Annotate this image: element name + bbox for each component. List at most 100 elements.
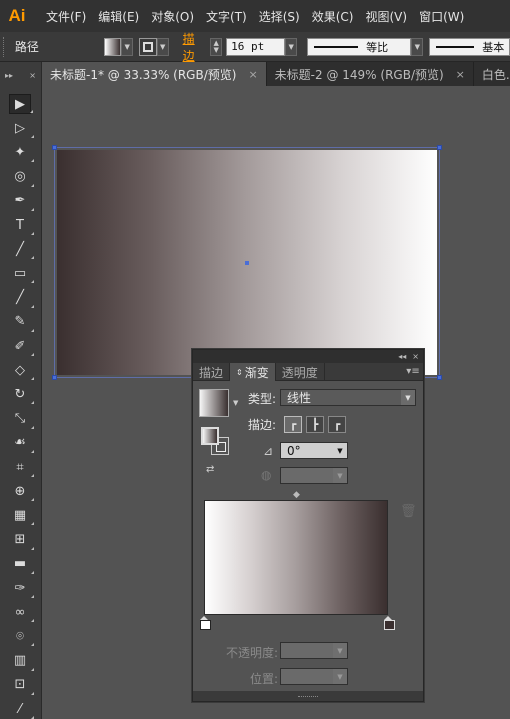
scale-tool-icon[interactable]: ⤡ (9, 409, 34, 429)
tool-glyph: ⁄ (18, 701, 22, 717)
stroke-weight-field[interactable]: 16 pt (226, 37, 286, 56)
menu-item[interactable]: 选择(S) (253, 8, 306, 25)
panel-resize-grip[interactable] (193, 691, 423, 701)
selected-rectangle[interactable] (52, 145, 442, 380)
panel-tab[interactable]: 描边 (193, 363, 231, 381)
pen-tool-icon[interactable]: ✒ (9, 191, 34, 211)
column-graph-tool-icon[interactable]: ▥ (9, 651, 34, 671)
panel-tab-label: 渐变 (244, 365, 269, 380)
document-tab-label: 白色.a (481, 67, 510, 82)
document-tab[interactable]: 未标题-2 @ 149% (RGB/预览) × (267, 62, 474, 86)
stroke-within-button[interactable]: ┏ (284, 416, 302, 433)
reverse-gradient-icon[interactable]: ⇄ (206, 464, 224, 480)
stroke-swatch[interactable] (139, 37, 157, 56)
lasso-tool-icon[interactable]: ◎ (9, 167, 34, 187)
direct-selection-tool-icon[interactable]: ▷ (9, 118, 34, 139)
gradient-preview-swatch[interactable] (199, 389, 229, 417)
menu-item[interactable]: 视图(V) (359, 8, 413, 25)
fill-square[interactable] (201, 427, 219, 445)
tool-glyph: T (16, 217, 24, 233)
blend-tool-icon[interactable]: ∞ (9, 602, 34, 623)
gradient-midpoint-diamond[interactable]: ◆ (293, 490, 300, 500)
perspective-grid-tool-icon[interactable]: ▦ (9, 505, 34, 526)
aspect-ratio-icon: ◍ (261, 468, 272, 482)
panel-tab[interactable]: 透明度 (276, 363, 325, 381)
brush-definition[interactable]: 基本 (429, 37, 510, 56)
eraser-tool-icon[interactable]: ◇ (9, 360, 34, 381)
blob-brush-tool-icon[interactable]: ✐ (9, 336, 34, 356)
shape-builder-tool-icon[interactable]: ⊕ (9, 481, 34, 502)
close-tab-icon[interactable]: × (456, 68, 465, 81)
opacity-field[interactable]: ▼ (280, 642, 348, 659)
selection-handle-br[interactable] (437, 375, 442, 380)
angle-field[interactable]: 0° ▼ (280, 442, 348, 459)
free-transform-tool-icon[interactable]: ⌗ (9, 457, 34, 477)
stroke-dropdown-arrow[interactable]: ▼ (156, 37, 169, 56)
document-tab[interactable]: 未标题-1* @ 33.33% (RGB/预览) × (42, 62, 267, 86)
selection-handle-bl[interactable] (52, 375, 57, 380)
stroke-link[interactable]: 描边 (183, 30, 207, 64)
gradient-slider[interactable] (204, 500, 388, 615)
gradient-tool-icon[interactable]: ▬ (9, 554, 34, 574)
paintbrush-tool-icon[interactable]: ╱ (9, 288, 34, 308)
eyedropper-tool-icon[interactable]: ✑ (9, 578, 34, 598)
gradient-stop[interactable] (384, 616, 395, 630)
aspect-ratio-field[interactable]: ▼ (280, 467, 348, 484)
tool-glyph: ▶ (15, 96, 25, 112)
close-icon[interactable]: × (412, 352, 419, 361)
collapse-icon[interactable]: ▸▸ (5, 71, 13, 80)
menu-item[interactable]: 效果(C) (306, 8, 360, 25)
tool-glyph: ⌗ (16, 459, 24, 475)
location-field[interactable]: ▼ (280, 668, 348, 685)
gradient-type-value: 线性 (287, 391, 312, 405)
line-tool-icon[interactable]: ╱ (9, 239, 34, 260)
pencil-tool-icon[interactable]: ✎ (9, 312, 34, 332)
close-icon[interactable]: × (29, 71, 36, 80)
panel-title-bar[interactable]: ◂◂ × (193, 350, 423, 363)
tool-glyph: ╱ (16, 290, 24, 306)
variable-width-profile[interactable]: 等比 (307, 37, 412, 56)
angle-value: 0° (287, 443, 301, 458)
warp-tool-icon[interactable]: ☙ (9, 433, 34, 453)
tool-glyph: ▦ (13, 507, 27, 523)
center-point (245, 261, 249, 265)
selection-tool-icon[interactable]: ▶ (9, 94, 33, 114)
stroke-across-button[interactable]: ┏ (328, 416, 346, 433)
tool-glyph: ⊡ (14, 677, 26, 693)
menu-item[interactable]: 文件(F) (40, 8, 92, 25)
fill-swatch[interactable] (103, 37, 122, 56)
type-tool-icon[interactable]: T (9, 215, 34, 235)
tools-panel-header: ▸▸ × (0, 62, 41, 88)
fill-dropdown-arrow[interactable]: ▼ (121, 37, 134, 56)
delete-stop-icon[interactable]: 🗑 (400, 504, 417, 519)
menu-item[interactable]: 窗口(W) (413, 8, 470, 25)
stroke-weight-dropdown[interactable]: ▼ (285, 37, 298, 56)
gradient-stop[interactable] (200, 616, 211, 630)
gradient-presets-arrow[interactable]: ▼ (233, 399, 238, 407)
document-tab[interactable]: 白色.a (474, 62, 510, 86)
tool-glyph: ✐ (14, 338, 26, 354)
symbol-sprayer-tool-icon[interactable]: ⌾ (9, 626, 34, 647)
mesh-tool-icon[interactable]: ⊞ (9, 530, 34, 550)
collapse-icon[interactable]: ◂◂ (398, 352, 406, 361)
gradient-type-select[interactable]: 线性 ▼ (280, 389, 416, 406)
rectangle-tool-icon[interactable]: ▭ (9, 263, 34, 284)
panel-menu-icon[interactable]: ▾≡ (403, 363, 423, 380)
panel-tab[interactable]: ⇕ 渐变 (230, 363, 276, 381)
tool-glyph: ✎ (14, 314, 26, 330)
magic-wand-tool-icon[interactable]: ✦ (9, 142, 34, 163)
artboard-tool-icon[interactable]: ⊡ (9, 675, 34, 695)
menu-item[interactable]: 文字(T) (200, 8, 253, 25)
fill-stroke-icon[interactable] (201, 427, 229, 455)
stroke-weight-stepper[interactable]: ▲ ▼ (210, 37, 223, 56)
menu-item[interactable]: 对象(O) (145, 8, 200, 25)
selection-handle-tr[interactable] (437, 145, 442, 150)
stroke-along-button[interactable]: ┣ (306, 416, 324, 433)
close-tab-icon[interactable]: × (248, 68, 257, 81)
control-bar-grip[interactable] (3, 36, 9, 57)
profile-dropdown-arrow[interactable]: ▼ (411, 37, 424, 56)
slice-tool-icon[interactable]: ⁄ (9, 699, 34, 719)
selection-handle-tl[interactable] (52, 145, 57, 150)
rotate-tool-icon[interactable]: ↻ (9, 384, 34, 405)
menu-item[interactable]: 编辑(E) (92, 8, 145, 25)
